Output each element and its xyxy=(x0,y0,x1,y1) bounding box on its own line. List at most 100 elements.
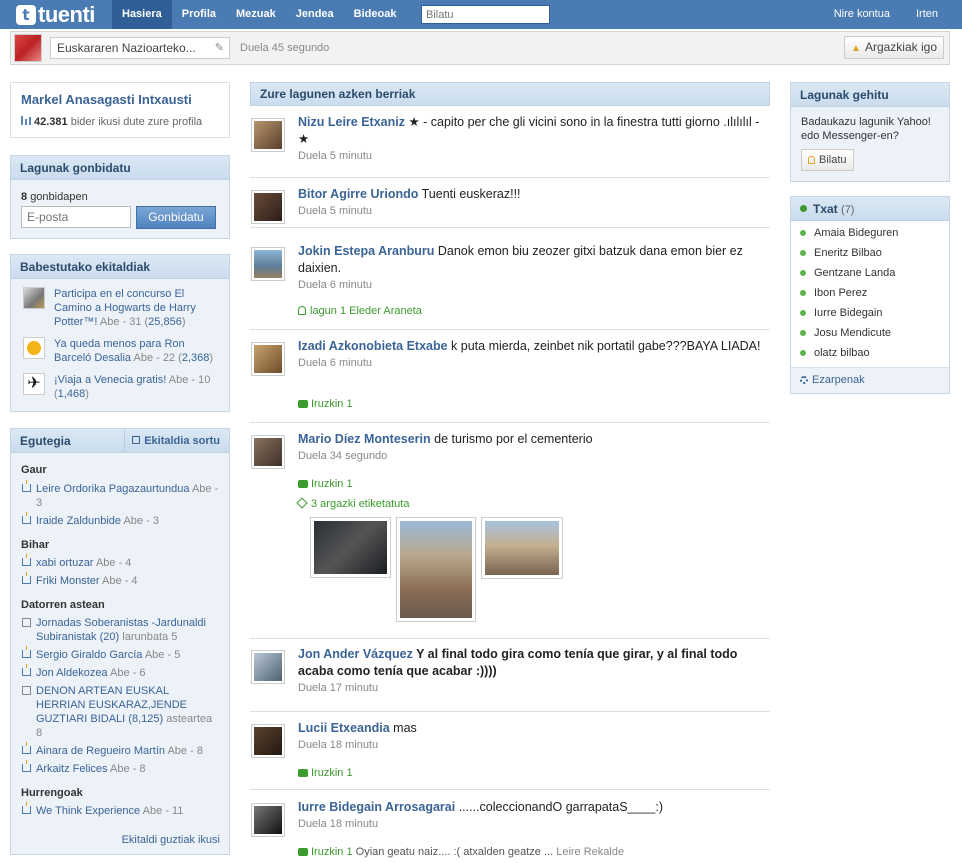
calendar-title: Egutegia xyxy=(20,434,71,448)
calendar-item-count: 20 xyxy=(103,631,116,643)
tuenti-logo[interactable]: t tuenti xyxy=(16,3,95,26)
status-field[interactable]: Euskararen Nazioarteko... ✎ xyxy=(50,37,230,59)
nav-mezuak[interactable]: Mezuak xyxy=(226,0,286,29)
cake-icon xyxy=(22,802,31,814)
post-like-row[interactable]: lagun 1 Eleder Araneta xyxy=(298,305,422,317)
chat-user[interactable]: Amaia Bideguren xyxy=(800,227,898,239)
email-field[interactable] xyxy=(21,206,131,228)
nav-bideoak[interactable]: Bideoak xyxy=(344,0,407,29)
post-avatar[interactable] xyxy=(251,650,285,684)
search-input[interactable] xyxy=(421,5,550,24)
post-author[interactable]: Nizu Leire Etxaniz xyxy=(298,115,405,129)
chat-user[interactable]: Josu Mendicute xyxy=(800,327,891,339)
event-text[interactable]: ¡Viaja a Venecia gratis! Abe - 10 (1,468… xyxy=(54,373,222,401)
cake-icon xyxy=(22,760,31,772)
post-author[interactable]: Izadi Azkonobieta Etxabe xyxy=(298,339,448,353)
find-friends-button[interactable]: Bilatu xyxy=(801,149,854,171)
calendar-item[interactable]: Leire Ordorika Pagazaurtundua Abe - 3 xyxy=(21,480,221,510)
post-comments[interactable]: Iruzkin 1 Oyian geatu naiz.... :( atxald… xyxy=(298,846,624,858)
post-body: Izadi Azkonobieta Etxabe k puta mierda, … xyxy=(298,338,768,371)
profile-name[interactable]: Markel Anasagasti Intxausti xyxy=(21,92,192,107)
all-events-link[interactable]: Ekitaldi guztiak ikusi xyxy=(122,834,220,846)
photo-thumbnail[interactable] xyxy=(481,517,563,579)
post-avatar[interactable] xyxy=(251,247,285,281)
post-text: k puta mierda, zeinbet nik portatil gabe… xyxy=(447,339,761,353)
post-author[interactable]: Jokin Estepa Aranburu xyxy=(298,244,434,258)
calendar-item[interactable]: Jon Aldekozea Abe - 6 xyxy=(21,664,221,680)
chat-header[interactable]: Txat (7) xyxy=(791,197,949,221)
post-author[interactable]: Lucii Etxeandia xyxy=(298,721,390,735)
cake-icon xyxy=(22,480,31,492)
calendar-item[interactable]: Ainara de Regueiro Martín Abe - 8 xyxy=(21,742,221,758)
tagged-photos[interactable]: 3 argazki etiketatuta xyxy=(296,497,409,510)
event-text[interactable]: Ya queda menos para Ron Barceló Desalia … xyxy=(54,337,222,365)
invite-title: Lagunak gonbidatu xyxy=(11,156,229,180)
post-comments[interactable]: Iruzkin 1 xyxy=(298,478,353,490)
nav-profila[interactable]: Profila xyxy=(172,0,226,29)
user-avatar[interactable] xyxy=(14,34,42,62)
chat-count: (7) xyxy=(841,204,855,216)
comment-count: Iruzkin 1 xyxy=(311,767,353,779)
nav-jendea[interactable]: Jendea xyxy=(286,0,344,29)
post-comments[interactable]: Iruzkin 1 xyxy=(298,767,353,779)
event-text[interactable]: Participa en el concurso El Camino a Hog… xyxy=(54,287,222,329)
post-author[interactable]: Bitor Agirre Uriondo xyxy=(298,187,418,201)
calendar-item-name: xabi ortuzar xyxy=(36,557,94,569)
calendar-item[interactable]: DENON ARTEAN EUSKAL HERRIAN EUSKARAZ,JEN… xyxy=(21,684,221,740)
post-avatar[interactable] xyxy=(251,435,285,469)
event-meta: Abe - 22 ( xyxy=(133,352,182,364)
post-author[interactable]: Mario Díez Monteserin xyxy=(298,432,431,446)
chat-settings-link[interactable]: Ezarpenak xyxy=(791,367,949,393)
sun-icon xyxy=(23,337,45,359)
calendar-item[interactable]: Iraide Zaldunbide Abe - 3 xyxy=(21,512,221,528)
chat-user[interactable]: Iurre Bidegain xyxy=(800,307,883,319)
comment-icon xyxy=(298,480,308,488)
comment-count: Iruzkin 1 xyxy=(311,398,353,410)
post-avatar[interactable] xyxy=(251,342,285,376)
status-text: Euskararen Nazioarteko... xyxy=(57,41,196,55)
calendar-item-name: Arkaitz Felices xyxy=(36,763,108,775)
find-friends-label: Bilatu xyxy=(819,154,847,166)
like-count: lagun 1 xyxy=(310,305,347,317)
event-calendar-icon xyxy=(22,686,31,695)
event-meta-end: ) xyxy=(209,352,214,364)
chat-user[interactable]: Gentzane Landa xyxy=(800,267,895,279)
photo-thumbnail[interactable] xyxy=(310,517,391,578)
post-author[interactable]: Iurre Bidegain Arrosagarai xyxy=(298,800,455,814)
calendar-item-meta: larunbata 5 xyxy=(122,631,178,643)
calendar-item[interactable]: Sergio Giraldo García Abe - 5 xyxy=(21,646,221,662)
post-time: Duela 6 minutu xyxy=(298,357,372,369)
logout-link[interactable]: Irten xyxy=(916,0,938,29)
calendar-item[interactable]: Jornadas Soberanistas -Jardunaldi Subira… xyxy=(21,616,221,644)
photo-thumbnail[interactable] xyxy=(396,517,476,622)
post-avatar[interactable] xyxy=(251,803,285,837)
chat-user[interactable]: olatz bilbao xyxy=(800,347,870,359)
add-friends-text: Badaukazu lagunik Yahoo! edo Messenger-e… xyxy=(801,116,931,142)
pencil-icon[interactable]: ✎ xyxy=(215,41,224,54)
account-link[interactable]: Nire kontua xyxy=(834,0,890,29)
comment-author[interactable]: Leire Rekalde xyxy=(556,846,624,858)
chat-user[interactable]: Ibon Perez xyxy=(800,287,867,299)
invite-button[interactable]: Gonbidatu xyxy=(136,206,216,229)
upload-arrow-icon: ▲ xyxy=(851,43,861,54)
profile-box: Markel Anasagasti Intxausti 42.381 bider… xyxy=(10,82,230,138)
nav-hasiera[interactable]: Hasiera xyxy=(112,0,172,29)
calendar-item[interactable]: xabi ortuzar Abe - 4 xyxy=(21,554,221,570)
upload-photos-button[interactable]: ▲ Argazkiak igo xyxy=(844,36,944,59)
chat-title: Txat xyxy=(813,202,838,216)
post-comments[interactable]: Iruzkin 1 xyxy=(298,398,353,410)
calendar-item-name: Leire Ordorika Pagazaurtundua xyxy=(36,483,190,495)
create-event-link[interactable]: Ekitaldia sortu xyxy=(132,429,220,453)
post-avatar[interactable] xyxy=(251,190,285,224)
post-avatar[interactable] xyxy=(251,118,285,152)
post-author[interactable]: Jon Ander Vázquez xyxy=(298,647,413,661)
calendar-item-meta: Abe - 8 xyxy=(167,745,203,757)
chat-settings-label: Ezarpenak xyxy=(812,374,865,386)
chat-user[interactable]: Eneritz Bilbao xyxy=(800,247,882,259)
calendar-item[interactable]: We Think Experience Abe - 11 xyxy=(21,802,221,818)
calendar-item[interactable]: Arkaitz Felices Abe - 8 xyxy=(21,760,221,776)
calendar-item[interactable]: Friki Monster Abe - 4 xyxy=(21,572,221,588)
post-avatar[interactable] xyxy=(251,724,285,758)
post-time: Duela 17 minutu xyxy=(298,682,379,694)
like-name[interactable]: Eleder Araneta xyxy=(349,305,422,317)
